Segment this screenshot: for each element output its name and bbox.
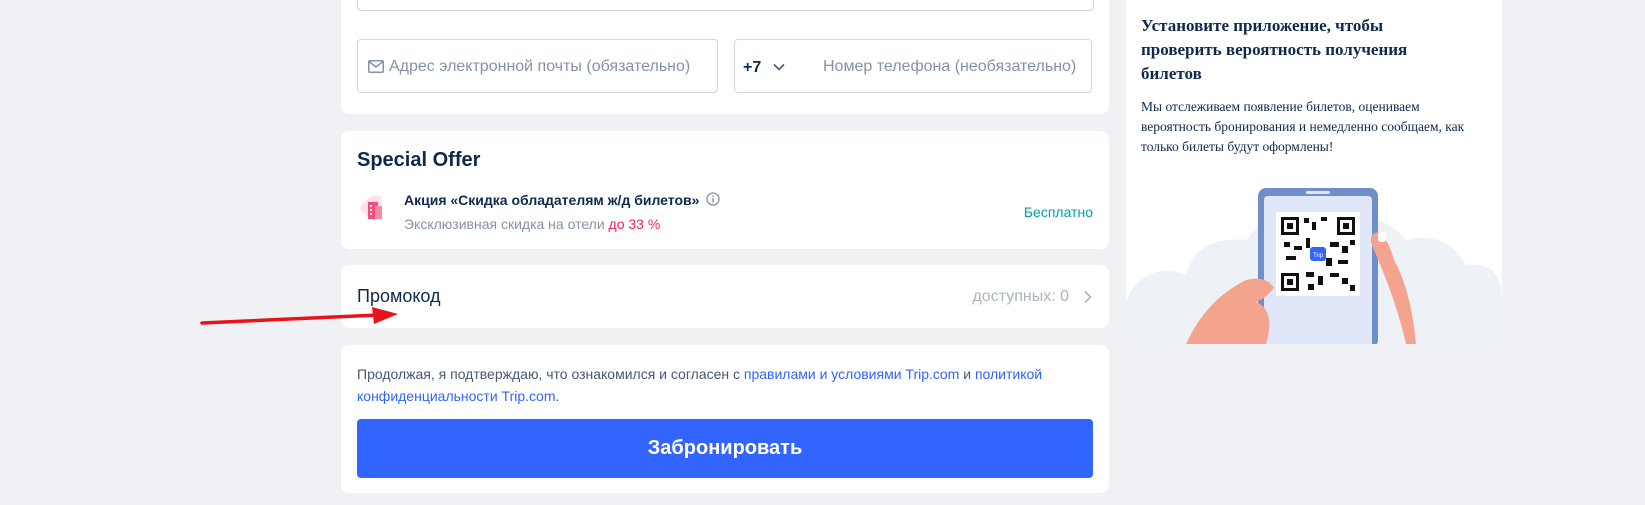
phone-field[interactable]: +7 Номер телефона (необязательно) bbox=[734, 39, 1092, 93]
mail-icon bbox=[368, 60, 384, 73]
hotel-discount-icon bbox=[359, 196, 382, 220]
promo-code-row[interactable]: Промокод доступных: 0 bbox=[341, 265, 1109, 328]
info-icon[interactable] bbox=[706, 192, 720, 206]
terms-link[interactable]: правилами и условиями Trip.com bbox=[744, 366, 959, 382]
chevron-down-icon[interactable] bbox=[772, 60, 786, 74]
phone-qr-illustration: Trip bbox=[1126, 188, 1502, 344]
email-field[interactable]: Адрес электронной почты (обязательно) bbox=[357, 39, 718, 93]
offer-price: Бесплатно bbox=[1023, 204, 1093, 220]
promo-available-count: доступных: 0 bbox=[972, 288, 1069, 305]
email-placeholder: Адрес электронной почты (обязательно) bbox=[389, 58, 691, 75]
book-button[interactable]: Забронировать bbox=[357, 419, 1093, 478]
offer-name: Акция «Скидка обладателям ж/д билетов» bbox=[404, 192, 700, 208]
agreement-text-and: и bbox=[963, 366, 972, 382]
contact-card: Адрес электронной почты (обязательно) +7… bbox=[341, 0, 1109, 114]
promo-label: Промокод bbox=[357, 286, 441, 306]
agreement-text-end: . bbox=[555, 388, 560, 404]
annotation-arrow bbox=[200, 307, 398, 325]
app-promo-title: Установите приложение, чтобы проверить в… bbox=[1141, 16, 1408, 83]
country-code-select[interactable]: +7 bbox=[743, 59, 761, 77]
app-promo-description: Мы отслеживаем появление билетов, оценив… bbox=[1141, 99, 1465, 154]
agreement-text: Продолжая, я подтверждаю, что ознакомилс… bbox=[357, 363, 1087, 407]
phone-placeholder: Номер телефона (необязательно) bbox=[823, 58, 1077, 75]
offer-subtitle-text: Эксклюзивная скидка на отели bbox=[404, 216, 605, 232]
chevron-right-icon[interactable] bbox=[1083, 290, 1093, 304]
offer-subtitle: Эксклюзивная скидка на отели до 33 % bbox=[404, 216, 660, 232]
special-offer-card: Special Offer Акция «Скидка обладателям … bbox=[341, 131, 1109, 249]
qr-badge-text: Trip bbox=[1313, 253, 1324, 259]
offer-title: Special Offer bbox=[357, 149, 481, 171]
agreement-card: Продолжая, я подтверждаю, что ознакомилс… bbox=[341, 345, 1109, 493]
previous-input-field[interactable] bbox=[357, 0, 1094, 11]
app-promo-card: Установите приложение, чтобы проверить в… bbox=[1126, 0, 1502, 344]
agreement-text-start: Продолжая, я подтверждаю, что ознакомилс… bbox=[357, 366, 740, 382]
offer-discount: до 33 % bbox=[608, 216, 661, 232]
